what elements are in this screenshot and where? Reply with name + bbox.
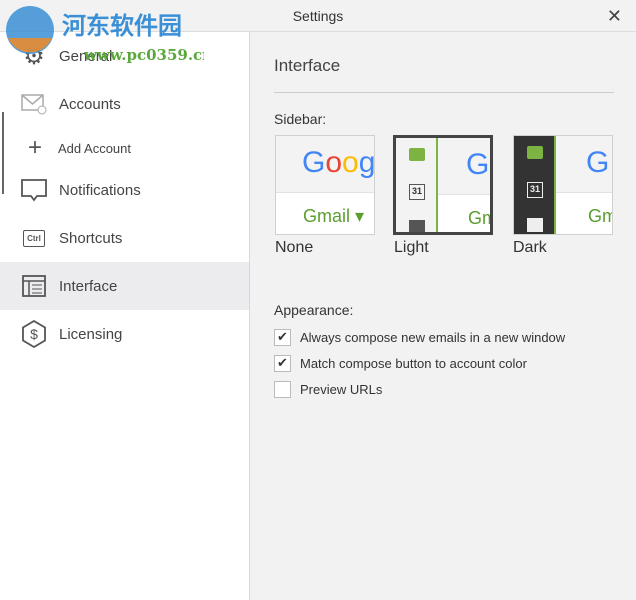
sidebar-item-shortcuts[interactable]: Ctrl Shortcuts: [0, 214, 249, 262]
sidebar-item-label: Shortcuts: [59, 229, 123, 247]
sidebar-option-dark[interactable]: 31 G Gm: [513, 135, 613, 235]
sidebar-option-label: Light: [394, 239, 429, 256]
sidebar-item-label: Accounts: [59, 95, 121, 113]
sidebar-item-label: General: [59, 47, 113, 65]
checkbox-label: Always compose new emails in a new windo…: [300, 329, 566, 345]
interface-panel: Interface Sidebar: Goog Gmail ▾ None 31 …: [274, 32, 614, 398]
ctrl-key-icon: Ctrl: [21, 225, 47, 251]
contacts-icon: [409, 220, 425, 232]
checkbox-match-compose-color[interactable]: ✔ Match compose button to account color: [274, 350, 614, 376]
checkbox[interactable]: [274, 380, 291, 398]
sidebar-option-label: None: [275, 239, 314, 256]
sidebar-option-light[interactable]: 31 G Gm: [393, 135, 493, 235]
mail-icon: [21, 91, 47, 117]
checkbox[interactable]: ✔: [274, 328, 291, 346]
sidebar-item-label: Add Account: [58, 140, 131, 156]
sidebar-option-none[interactable]: Goog Gmail ▾: [275, 135, 375, 235]
sidebar-item-notifications[interactable]: Notifications: [0, 166, 249, 214]
checkbox[interactable]: ✔: [274, 354, 291, 372]
sidebar-option-label: Dark: [513, 239, 547, 256]
dollar-hexagon-icon: $: [21, 320, 47, 348]
inbox-icon: [527, 146, 543, 159]
sidebar-item-general[interactable]: ⚙ General: [0, 32, 249, 80]
preview-google-logo: G: [586, 146, 610, 179]
page-title: Interface: [274, 56, 614, 93]
checkbox-label: Preview URLs: [300, 381, 383, 397]
checkbox-label: Match compose button to account color: [300, 355, 527, 371]
sidebar-item-label: Interface: [59, 277, 118, 295]
speech-bubble-icon: [21, 177, 47, 203]
close-icon[interactable]: ✕: [607, 0, 622, 32]
sidebar-item-label: Licensing: [59, 325, 123, 343]
preview-gmail-label: Gm: [588, 206, 612, 226]
appearance-section-label: Appearance:: [274, 302, 354, 318]
layout-icon: [21, 273, 47, 299]
checkbox-preview-urls[interactable]: Preview URLs: [274, 376, 614, 402]
sidebar-item-add-account[interactable]: + Add Account: [0, 128, 249, 168]
calendar-icon: 31: [409, 184, 425, 200]
calendar-icon: 31: [527, 182, 543, 198]
preview-gmail-label: Gm: [468, 208, 490, 228]
sidebar-section-label: Sidebar:: [274, 111, 327, 127]
sidebar-item-label: Notifications: [59, 181, 141, 199]
preview-google-logo: G: [466, 148, 490, 181]
contacts-icon: [527, 218, 543, 232]
inbox-icon: [409, 148, 425, 161]
sidebar-item-interface[interactable]: Interface: [0, 262, 249, 310]
sidebar-item-licensing[interactable]: $ Licensing: [0, 310, 249, 358]
settings-sidebar: ⚙ General Accounts + Add Account Notific…: [0, 32, 250, 600]
preview-gmail-label: Gmail ▾: [303, 206, 365, 226]
gear-icon: ⚙: [23, 42, 45, 70]
ctrl-key-label: Ctrl: [23, 229, 45, 247]
preview-google-logo: Goog: [302, 146, 375, 179]
sidebar-item-accounts[interactable]: Accounts: [0, 80, 249, 128]
checkbox-compose-new-window[interactable]: ✔ Always compose new emails in a new wind…: [274, 324, 614, 350]
plus-icon: +: [27, 134, 42, 161]
svg-text:$: $: [30, 326, 38, 342]
title-bar: Settings ✕: [0, 0, 636, 32]
window-title: Settings: [292, 8, 344, 24]
